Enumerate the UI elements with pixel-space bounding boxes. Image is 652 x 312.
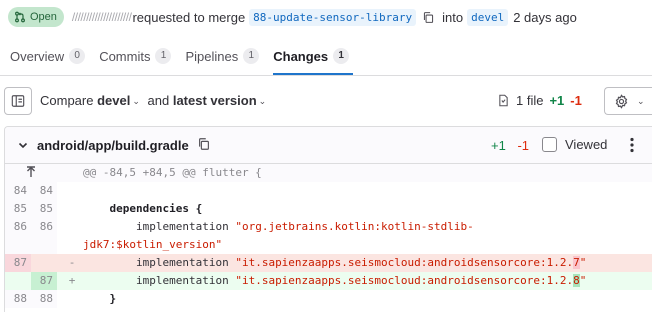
copy-icon[interactable] [197,137,211,151]
new-line-number[interactable]: 85 [31,200,57,218]
merge-request-icon [15,11,25,23]
chevron-down-icon: ⌄ [637,95,645,106]
new-line-number[interactable]: 88 [31,290,57,308]
code-token: implementation [83,256,236,269]
chevron-down-icon[interactable]: ⌄ [132,96,140,107]
code-string: " [579,274,587,287]
file-path[interactable]: android/app/build.gradle [37,138,189,153]
gear-icon [615,93,628,109]
tab-overview[interactable]: Overview 0 [8,38,91,74]
new-line-number[interactable]: 84 [31,182,57,200]
tab-pipelines[interactable]: Pipelines 1 [183,38,265,74]
base-version-dropdown[interactable]: devel [97,93,130,108]
tab-commits[interactable]: Commits 1 [97,38,177,74]
viewed-checkbox[interactable]: Viewed [542,137,607,152]
file-tree-icon [11,95,25,107]
code-string: "it.sapienzaapps.seismocloud:androidsens… [235,256,574,269]
expand-up-button[interactable] [5,164,57,182]
total-additions: +1 [549,93,565,108]
old-line-number[interactable]: 87 [5,254,31,272]
tab-count: 0 [69,48,86,64]
line-code: implementation "it.sapienzaapps.seismocl… [79,272,652,290]
arrow-up-icon [27,166,35,177]
line-code: } [83,292,117,305]
diff-symbol: + [65,272,79,290]
tab-label: Overview [10,48,65,64]
diff-line: 88 88 } [5,290,652,308]
requested-text: requested to merge [132,9,246,25]
into-text: into [442,9,464,25]
mr-tabs: Overview 0 Commits 1 Pipelines 1 Changes… [0,38,652,76]
old-line-number[interactable]: 84 [5,182,31,200]
compare-bar: Compare devel ⌄ and latest version ⌄ 1 fil… [0,85,652,117]
diff-line: 85 85 dependencies { [5,200,652,218]
diff-settings-button[interactable]: ⌄ [604,87,652,115]
tab-count: 1 [243,48,260,64]
diff-symbol: - [65,254,79,272]
diff-symbol [65,200,79,218]
tab-label: Changes [273,48,329,64]
file-icon [499,94,508,107]
merge-request-header: Open ///////////////////// requested to … [0,0,652,34]
old-line-number [5,272,31,290]
hunk-header: @@ -84,5 +84,5 @@ flutter { [79,164,652,182]
new-line-number[interactable]: 86 [31,218,57,254]
time-ago: 2 days ago [513,9,577,25]
diff-symbol [65,164,79,182]
and-label: and [147,93,170,108]
diff-symbol [65,182,79,200]
changed-token: 7 [573,256,580,269]
old-line-number[interactable]: 88 [5,290,31,308]
chevron-down-icon[interactable] [17,139,29,151]
hunk-header-row: @@ -84,5 +84,5 @@ flutter { [5,164,652,182]
tab-count: 1 [155,48,172,64]
compare-versions: Compare devel ⌄ and latest version ⌄ [40,93,270,108]
tab-label: Pipelines [185,48,239,64]
kebab-icon[interactable] [624,136,640,154]
diff-file: android/app/build.gradle +1 -1 Viewed @@… [4,126,652,312]
author-name[interactable]: ///////////////////// [72,10,132,24]
line-code: dependencies { [83,202,203,215]
diff-symbol [65,290,79,308]
old-line-number[interactable]: 86 [5,218,31,254]
new-line-number [31,254,57,272]
file-stats: +1 -1 [491,138,529,153]
total-deletions: -1 [570,93,582,108]
new-line-number[interactable]: 87 [31,272,57,290]
chevron-down-icon[interactable]: ⌄ [259,96,267,107]
file-header: android/app/build.gradle +1 -1 Viewed [5,127,652,164]
old-line-number[interactable]: 85 [5,200,31,218]
source-branch[interactable]: 88-update-sensor-library [249,8,417,26]
status-label: Open [30,11,57,23]
line-code: implementation "it.sapienzaapps.seismocl… [79,254,652,272]
diff-symbol [65,218,79,254]
line-code: implementation "org.jetbrains.kotlin:kot… [79,218,652,254]
tab-changes[interactable]: Changes 1 [271,38,355,75]
file-additions: +1 [491,138,506,153]
changed-token: 8 [573,274,580,287]
copy-icon[interactable] [422,10,435,25]
tab-label: Commits [99,48,151,64]
compare-label: Compare [40,93,94,108]
status-badge: Open [8,7,64,27]
code-string: " [579,256,587,269]
diff-line: 86 86 implementation "org.jetbrains.kotl… [5,218,652,254]
tab-count: 1 [333,48,350,64]
head-version-dropdown[interactable]: latest version [173,93,257,108]
files-count[interactable]: 1 file [516,93,543,108]
code-token: implementation [83,220,236,233]
viewed-label: Viewed [565,137,608,152]
checkbox[interactable] [542,137,557,152]
file-deletions: -1 [517,138,530,153]
added-line: 87 + implementation "it.sapienzaapps.sei… [5,272,652,290]
code-string: "it.sapienzaapps.seismocloud:androidsens… [235,274,574,287]
diff-line: 84 84 [5,182,652,200]
diff-table: @@ -84,5 +84,5 @@ flutter { 84 84 85 85 … [5,164,652,308]
target-branch[interactable]: devel [467,8,509,26]
code-token: implementation [83,274,236,287]
removed-line: 87 - implementation "it.sapienzaapps.sei… [5,254,652,272]
files-summary: 1 file +1 -1 [497,93,582,108]
toggle-file-tree-button[interactable] [4,87,32,115]
